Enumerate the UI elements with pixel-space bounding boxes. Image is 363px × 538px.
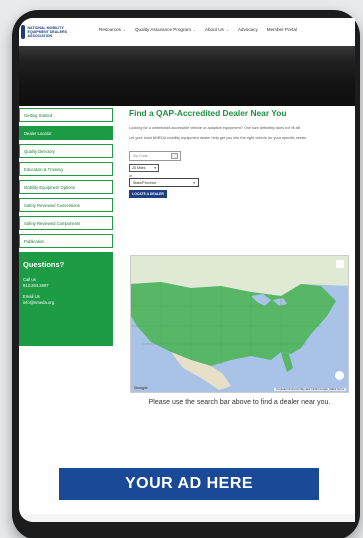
stepper-icon[interactable] (171, 153, 178, 159)
chevron-down-icon: ⌄ (122, 28, 126, 32)
sidebar-item-mobility-equipment[interactable]: Mobility Equipment Options (19, 180, 113, 194)
page-title: Find a QAP-Accredited Dealer Near You (129, 108, 287, 118)
menu-item-member-portal[interactable]: Member Portal (267, 27, 297, 32)
search-hint: Please use the search bar above to find … (148, 399, 331, 406)
chevron-down-icon: ▾ (193, 181, 195, 185)
state-select[interactable]: State/Province ▾ (129, 178, 199, 187)
sidebar-item-safety-conversions[interactable]: Safety Reviewed Conversions (19, 198, 113, 212)
chevron-down-icon: ⌄ (225, 28, 229, 32)
google-logo: Google (134, 385, 148, 390)
location-icon[interactable] (335, 371, 344, 380)
menu-item-about[interactable]: About Us ⌄ (205, 27, 229, 32)
map-region-usa (131, 282, 336, 366)
sidebar-item-quality-directory[interactable]: Quality Directory (19, 144, 113, 158)
chevron-down-icon: ▾ (154, 166, 156, 170)
top-nav: NATIONAL MOBILITY EQUIPMENT DEALERS ASSO… (19, 18, 355, 46)
bottom-strip (19, 514, 355, 522)
questions-box: Questions? Call us 813.264.2697 Email Us… (19, 252, 113, 346)
locate-dealer-button[interactable]: LOCATE A DEALER (129, 190, 167, 198)
main-menu: Resources ⌄ Quality Assurance Program ⌄ Ab… (99, 27, 297, 32)
map-canvas[interactable] (131, 256, 349, 393)
sidebar-item-publication[interactable]: Publication (19, 234, 113, 248)
logo-icon (21, 25, 26, 39)
hero-banner (19, 46, 355, 106)
intro-text: Looking for a wheelchair-accessible vehi… (129, 126, 301, 130)
sidebar-item-education-training[interactable]: Education & Training (19, 162, 113, 176)
main-content: Find a QAP-Accredited Dealer Near You Lo… (129, 108, 349, 198)
sidebar: Getting Started Dealer Locator Quality D… (19, 108, 113, 346)
fullscreen-icon[interactable] (336, 260, 344, 268)
email-link[interactable]: info@nmeda.org (23, 300, 109, 306)
tablet-screen: NATIONAL MOBILITY EQUIPMENT DEALERS ASSO… (19, 18, 355, 522)
chevron-down-icon: ⌄ (192, 28, 196, 32)
map-attribution[interactable]: Keyboard shortcuts Map data ©2023 Google… (274, 388, 346, 391)
menu-item-quality-assurance[interactable]: Quality Assurance Program ⌄ (135, 27, 196, 32)
dealer-search-form: Zip Code 25 Miles ▾ or State/Province ▾ LO… (129, 151, 349, 198)
page: NATIONAL MOBILITY EQUIPMENT DEALERS ASSO… (0, 0, 363, 538)
ad-banner[interactable]: YOUR AD HERE (59, 468, 319, 500)
dealer-map[interactable]: Google Keyboard shortcuts Map data ©2023… (130, 255, 349, 393)
sidebar-item-safety-components[interactable]: Safety Reviewed Components (19, 216, 113, 230)
sidebar-item-getting-started[interactable]: Getting Started (19, 108, 113, 122)
miles-select[interactable]: 25 Miles ▾ (129, 164, 159, 172)
menu-item-resources[interactable]: Resources ⌄ (99, 27, 126, 32)
logo-text: NATIONAL MOBILITY EQUIPMENT DEALERS ASSO… (27, 26, 67, 38)
site-logo[interactable]: NATIONAL MOBILITY EQUIPMENT DEALERS ASSO… (21, 23, 73, 41)
body-text: Let your local NMEDA mobility equipment … (129, 136, 308, 140)
menu-item-advocacy[interactable]: Advocacy (238, 27, 258, 32)
zip-code-input[interactable]: Zip Code (129, 151, 181, 161)
sidebar-item-dealer-locator[interactable]: Dealer Locator (19, 126, 113, 140)
questions-title: Questions? (23, 260, 65, 269)
map-region-florida (281, 352, 293, 372)
